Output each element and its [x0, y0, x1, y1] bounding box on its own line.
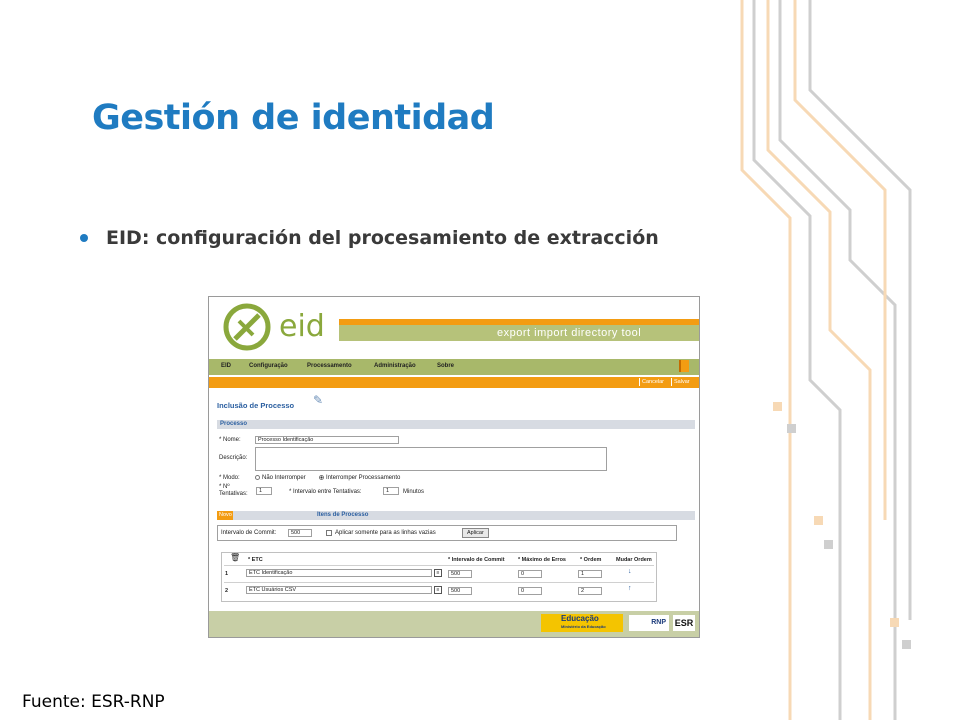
- action-bar: Cancelar Salvar: [209, 377, 699, 388]
- app-screenshot: eid export import directory tool EID Con…: [208, 296, 700, 638]
- attempts-label-1: * Nº: [219, 484, 230, 490]
- description-label: Descrição:: [219, 455, 248, 461]
- row-2-lookup-icon[interactable]: ≡: [434, 586, 442, 594]
- commit-settings: Intervalo de Commit: 500 Aplicar somente…: [217, 525, 677, 541]
- interval-input[interactable]: 1: [383, 487, 399, 495]
- bullet-dot-icon: [80, 234, 88, 242]
- menu-item-sobre[interactable]: Sobre: [437, 363, 454, 369]
- apply-button[interactable]: Aplicar: [462, 528, 489, 538]
- interval-unit: Minutos: [403, 489, 425, 495]
- row-1-errors[interactable]: 0: [518, 570, 542, 578]
- section-items: Itens de Processo: [217, 511, 695, 520]
- move-down-icon[interactable]: ↓: [628, 568, 632, 575]
- save-button[interactable]: Salvar: [671, 378, 692, 386]
- row-1-number: 1: [225, 571, 229, 577]
- row-2-order[interactable]: 2: [578, 587, 602, 595]
- eid-logo-icon: [223, 303, 271, 351]
- row-1-lookup-icon[interactable]: ≡: [434, 569, 442, 577]
- row-2-etc[interactable]: ETC Usuários CSV: [246, 586, 432, 594]
- row-divider: [224, 582, 654, 583]
- trash-icon[interactable]: 🗑: [230, 554, 240, 563]
- menu-item-processamento[interactable]: Processamento: [307, 363, 352, 369]
- rnp-logo: RNP: [629, 615, 669, 631]
- education-subtitle: Ministério da Educação: [561, 624, 606, 629]
- source-credit: Fuente: ESR-RNP: [22, 692, 165, 712]
- col-errors: * Máximo de Erros: [518, 557, 566, 563]
- items-table: 🗑 * ETC * Intervalo de Commit * Máximo d…: [221, 552, 657, 602]
- logo-text: eid: [279, 309, 325, 344]
- commit-label: Intervalo de Commit:: [221, 530, 277, 536]
- commit-input[interactable]: 500: [288, 529, 312, 537]
- section-process: Processo: [217, 420, 695, 429]
- paperclip-icon: ✎: [313, 393, 324, 407]
- interval-label: * Intervalo entre Tentativas:: [289, 489, 362, 495]
- mode-label: * Modo:: [219, 475, 240, 481]
- row-1-etc[interactable]: ETC Identificação: [246, 569, 432, 577]
- education-logo: Educação Ministério da Educação: [541, 614, 623, 632]
- col-etc: * ETC: [248, 557, 263, 563]
- row-divider: [224, 565, 654, 566]
- app-header: eid export import directory tool: [209, 297, 699, 355]
- row-2-commit[interactable]: 500: [448, 587, 472, 595]
- menu-item-eid[interactable]: EID: [221, 363, 231, 369]
- menu-item-administracao[interactable]: Administração: [374, 363, 416, 369]
- cancel-button[interactable]: Cancelar: [639, 378, 666, 386]
- mode-option-no-interrupt[interactable]: Não Interromper: [255, 475, 306, 481]
- new-item-tab[interactable]: Novo: [217, 511, 233, 520]
- bullet-text: EID: configuración del procesamiento de …: [106, 227, 659, 249]
- row-1-commit[interactable]: 500: [448, 570, 472, 578]
- col-commit: * Intervalo de Commit: [448, 557, 505, 563]
- row-2-number: 2: [225, 588, 229, 594]
- empty-lines-checkbox[interactable]: [326, 530, 332, 536]
- footer-logos: Educação Ministério da Educação RNP ESR: [209, 611, 699, 637]
- mode-option-interrupt[interactable]: Interromper Processamento: [319, 475, 400, 481]
- col-order: * Ordem: [580, 557, 602, 563]
- move-up-icon[interactable]: ↑: [628, 585, 632, 592]
- description-textarea[interactable]: [255, 447, 607, 471]
- empty-lines-label: Aplicar somente para as linhas vazias: [335, 530, 436, 536]
- mode-option-interrupt-label: Interromper Processamento: [326, 475, 401, 482]
- menu-item-configuracao[interactable]: Configuração: [249, 363, 288, 369]
- row-2-errors[interactable]: 0: [518, 587, 542, 595]
- radio-selected-icon[interactable]: [319, 475, 324, 480]
- app-tagline: export import directory tool: [497, 327, 642, 339]
- row-1-order[interactable]: 1: [578, 570, 602, 578]
- page-title: Inclusão de Processo: [217, 401, 295, 410]
- name-label: * Nome:: [219, 437, 241, 443]
- main-menu: EID Configuração Processamento Administr…: [209, 359, 699, 375]
- esr-logo: ESR: [673, 615, 695, 631]
- col-move: Mudar Ordem: [616, 557, 652, 563]
- name-input[interactable]: Processo Identificação: [255, 436, 399, 444]
- attempts-label-2: Tentativas:: [219, 491, 248, 497]
- help-book-icon[interactable]: [679, 360, 689, 372]
- circuit-decoration-icon: [740, 0, 912, 720]
- slide-title: Gestión de identidad: [92, 98, 495, 138]
- education-title: Educação: [561, 614, 599, 623]
- bullet-item: EID: configuración del procesamiento de …: [80, 227, 659, 249]
- mode-option-no-interrupt-label: Não Interromper: [262, 475, 306, 482]
- attempts-input[interactable]: 1: [256, 487, 272, 495]
- radio-icon[interactable]: [255, 475, 260, 480]
